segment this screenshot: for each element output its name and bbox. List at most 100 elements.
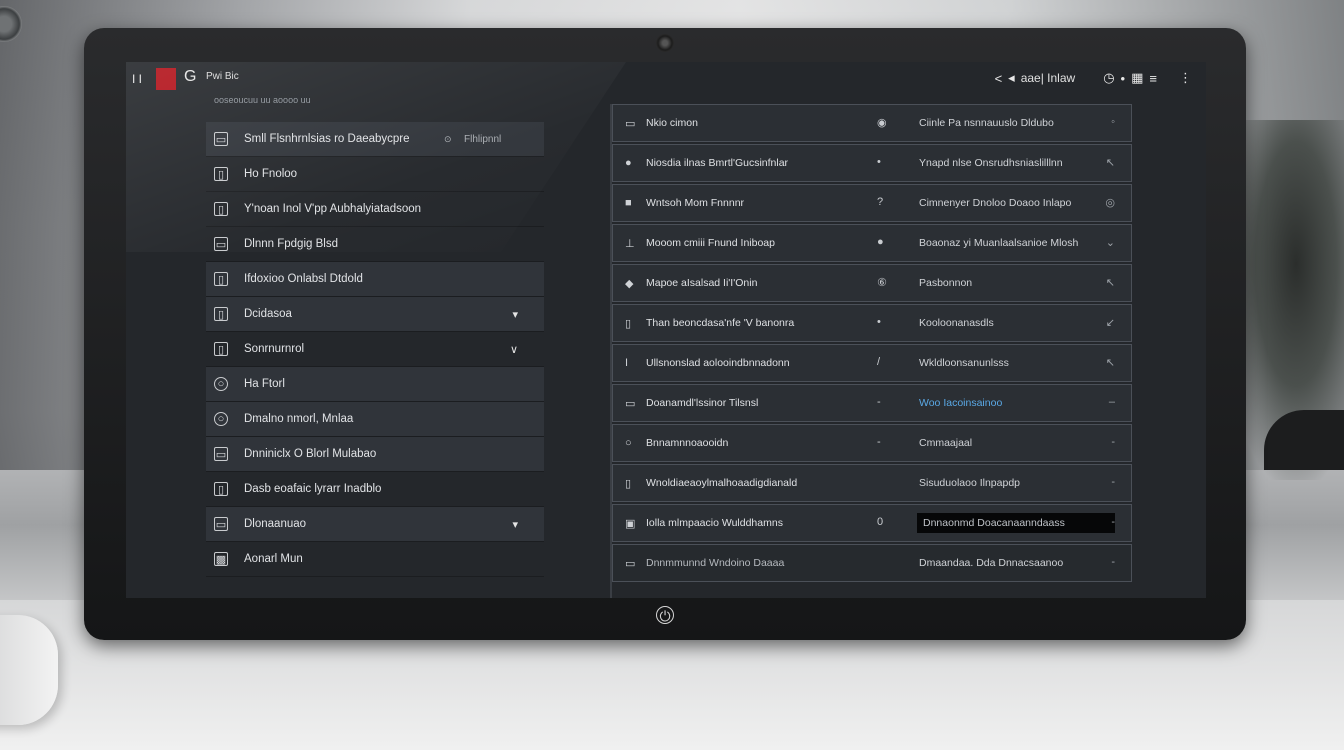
menu-item-icon: ▯ xyxy=(214,307,228,321)
row-action-icon[interactable]: ‒ xyxy=(1109,396,1115,408)
row-label: Iolla mlmpaacio Wulddhamns xyxy=(646,517,783,529)
menu-item[interactable]: ▩ Aonarl Mun xyxy=(206,542,544,577)
row-label: Mapoe aIsalsad Ii'I'Onin xyxy=(646,277,758,289)
app-subtitle: ooseoucuu uu aoooo uu xyxy=(214,95,311,105)
row-action-icon[interactable]: - xyxy=(1111,436,1115,448)
row-action-icon[interactable]: - xyxy=(1111,476,1115,488)
row-icon: ▭ xyxy=(625,558,636,570)
more-icon[interactable]: ⋮ xyxy=(1179,70,1192,86)
row-status-icon: ◉ xyxy=(877,117,887,129)
menu-item[interactable]: ○ Dmalno nmorl, Mnlaa xyxy=(206,402,544,437)
menu-item-label: Ho Fnoloo xyxy=(244,168,298,180)
row-value: Ynapd nlse Onsrudhsniaslilllnn xyxy=(919,157,1063,169)
row-value: Wkldloonsanunlsss xyxy=(919,357,1009,369)
settings-row[interactable]: I Ullsnonslad aolooindbnnadonn / Wkldloonsa… xyxy=(612,344,1132,382)
row-status-icon: • xyxy=(877,316,881,328)
top-bar-controls: < ◂ aae| Inlaw ◷ • ▦ ≡ ⋮ xyxy=(995,70,1192,86)
back-icon[interactable]: G xyxy=(184,68,196,86)
settings-row[interactable]: ◆ Mapoe aIsalsad Ii'I'Onin ⑥ Pasbonnon ↖ xyxy=(612,264,1132,302)
row-value[interactable]: Woo Iacoinsainoo xyxy=(919,397,1002,409)
menu-item-icon: ▭ xyxy=(214,517,228,531)
webcam-icon xyxy=(656,34,674,52)
menu-item[interactable]: ▭ Dnniniclx O Blorl Mulabao xyxy=(206,437,544,472)
row-status-icon: ● xyxy=(877,236,884,248)
nav-back-icon[interactable]: < xyxy=(995,71,1003,86)
row-action-icon[interactable]: ◦ xyxy=(1111,116,1115,128)
settings-row[interactable]: ▭ Doanamdl'lssinor Tilsnsl - Woo Iacoinsain… xyxy=(612,384,1132,422)
settings-row[interactable]: ▯ Wnoldiaeaoylmalhoaadigdianald Sisuduolao… xyxy=(612,464,1132,502)
row-action-icon[interactable]: - xyxy=(1111,516,1115,528)
menu-item-icon: ▯ xyxy=(214,482,228,496)
menu-item[interactable]: ▯ Dasb eoafaic lyrarr Inadblo xyxy=(206,472,544,507)
row-label: Bnnamnnoaooidn xyxy=(646,437,729,449)
settings-row[interactable]: ○ Bnnamnnoaooidn - Cmmaajaal - xyxy=(612,424,1132,462)
settings-row[interactable]: ▭ Dnnmmunnd Wndoino Daaaa Dmaandaa. Dda Dn… xyxy=(612,544,1132,582)
menu-item[interactable]: ▭ Dlonaanuao ▾ xyxy=(206,507,544,542)
app-logo-icon xyxy=(156,68,176,90)
row-action-icon[interactable]: ↖ xyxy=(1106,156,1115,169)
row-action-icon[interactable]: ⌄ xyxy=(1106,236,1115,249)
settings-row[interactable]: ▣ Iolla mlmpaacio Wulddhamns 0 Dnnaonmd Doa… xyxy=(612,504,1132,542)
chevron-down-icon[interactable]: ∨ xyxy=(510,343,518,356)
pause-icon[interactable]: I I xyxy=(132,72,142,86)
row-icon: ▯ xyxy=(625,478,632,490)
left-menu: ▭ Smll Flsnhrnlsias ro Daeabycpre ⊙ Flhlipn… xyxy=(206,122,544,577)
menu-item-label: Ifdoxioo Onlabsl Dtdold xyxy=(244,273,363,285)
menu-item-label: Dasb eoafaic lyrarr Inadblo xyxy=(244,483,382,495)
menu-item-extra: Flhlipnnl xyxy=(464,133,502,145)
row-icon: ▭ xyxy=(625,118,636,130)
grid-icon[interactable]: ▦ xyxy=(1131,70,1143,86)
menu-item-icon: ▯ xyxy=(214,167,228,181)
menu-item[interactable]: ○ Ha Ftorl xyxy=(206,367,544,402)
chevron-down-icon[interactable]: ▾ xyxy=(512,308,518,321)
menu-icon[interactable]: ≡ xyxy=(1149,71,1157,86)
menu-item-label: Dmalno nmorl, Mnlaa xyxy=(244,413,354,425)
row-icon: ⊥ xyxy=(625,238,635,250)
row-icon: ● xyxy=(625,157,632,169)
menu-item-label: Smll Flsnhrnlsias ro Daeabycpre xyxy=(244,133,410,145)
row-label: Ullsnonslad aolooindbnnadonn xyxy=(646,357,790,369)
row-label: Mooom cmiii Fnund Iniboap xyxy=(646,237,775,249)
menu-item[interactable]: ▯ Y'noan Inol V'pp Aubhalyiatadsoon xyxy=(206,192,544,227)
menu-item-label: Y'noan Inol V'pp Aubhalyiatadsoon xyxy=(244,203,422,215)
row-status-icon: - xyxy=(877,436,881,448)
settings-row[interactable]: ■ Wntsoh Mom Fnnnnr? Cimnenyer Dnoloo Doao… xyxy=(612,184,1132,222)
row-action-icon[interactable]: ↖ xyxy=(1106,276,1115,289)
row-icon: ○ xyxy=(625,437,632,449)
menu-item[interactable]: ▯ Ifdoxioo Onlabsl Dtdold xyxy=(206,262,544,297)
clock-icon[interactable]: ◷ xyxy=(1103,70,1114,86)
menu-item-icon: ▯ xyxy=(214,272,228,286)
top-bar-label[interactable]: aae| Inlaw xyxy=(1021,71,1076,85)
menu-item[interactable]: ▯ Ho Fnoloo xyxy=(206,157,544,192)
settings-row[interactable]: ▯ Than beoncdasa'nfe 'V banonra • Kooloonan… xyxy=(612,304,1132,342)
row-action-icon[interactable]: ◎ xyxy=(1105,196,1115,209)
row-label: Dnnmmunnd Wndoino Daaaa xyxy=(646,557,785,569)
row-label: Niosdia ilnas Bmrtl'Gucsinfnlar xyxy=(646,157,789,169)
row-action-icon[interactable]: - xyxy=(1111,556,1115,568)
row-status-icon: - xyxy=(877,396,881,408)
menu-item[interactable]: ▭ Dlnnn Fpdgig Blsd xyxy=(206,227,544,262)
settings-row[interactable]: ● Niosdia ilnas Bmrtl'Gucsinfnlar • Ynapd n… xyxy=(612,144,1132,182)
menu-item-extra-icon: ⊙ xyxy=(444,133,452,144)
row-icon: ■ xyxy=(625,197,632,209)
settings-row[interactable]: ▭ Nkio cimon ◉ Ciinle Pa nsnnauuslo Dldubo ◦ xyxy=(612,104,1132,142)
row-label: Wntsoh Mom Fnnnnr xyxy=(646,197,745,209)
laptop-screen: I I G Pwi Bic < ◂ aae| Inlaw ◷ • ▦ ≡ ⋮ o… xyxy=(126,62,1206,598)
menu-item[interactable]: ▯ Dcidasoa ▾ xyxy=(206,297,544,332)
menu-item[interactable]: ▭ Smll Flsnhrnlsias ro Daeabycpre ⊙ Flhlipn… xyxy=(206,122,544,157)
row-value: Cmmaajaal xyxy=(919,437,973,449)
menu-item-icon: ▭ xyxy=(214,132,228,146)
top-bar: I I G Pwi Bic < ◂ aae| Inlaw ◷ • ▦ ≡ ⋮ xyxy=(126,62,1206,96)
row-action-icon[interactable]: ↖ xyxy=(1106,356,1115,369)
menu-item-icon: ▭ xyxy=(214,447,228,461)
nav-sep-icon: ◂ xyxy=(1008,70,1015,85)
row-status-icon: ⑥ xyxy=(877,277,887,289)
settings-row[interactable]: ⊥ Mooom cmiii Fnund Iniboap ● Boaonaz yi Mu… xyxy=(612,224,1132,262)
row-icon: ◆ xyxy=(625,278,634,290)
menu-item-label: Sonrnurnrol xyxy=(244,343,305,355)
row-value: Dnnaonmd Doacanaanndaass xyxy=(917,513,1115,533)
chevron-down-icon[interactable]: ▾ xyxy=(512,518,518,531)
menu-item[interactable]: ▯ Sonrnurnrol ∨ xyxy=(206,332,544,367)
row-action-icon[interactable]: ↙ xyxy=(1106,316,1115,329)
row-value: Ciinle Pa nsnnauuslo Dldubo xyxy=(919,117,1054,129)
